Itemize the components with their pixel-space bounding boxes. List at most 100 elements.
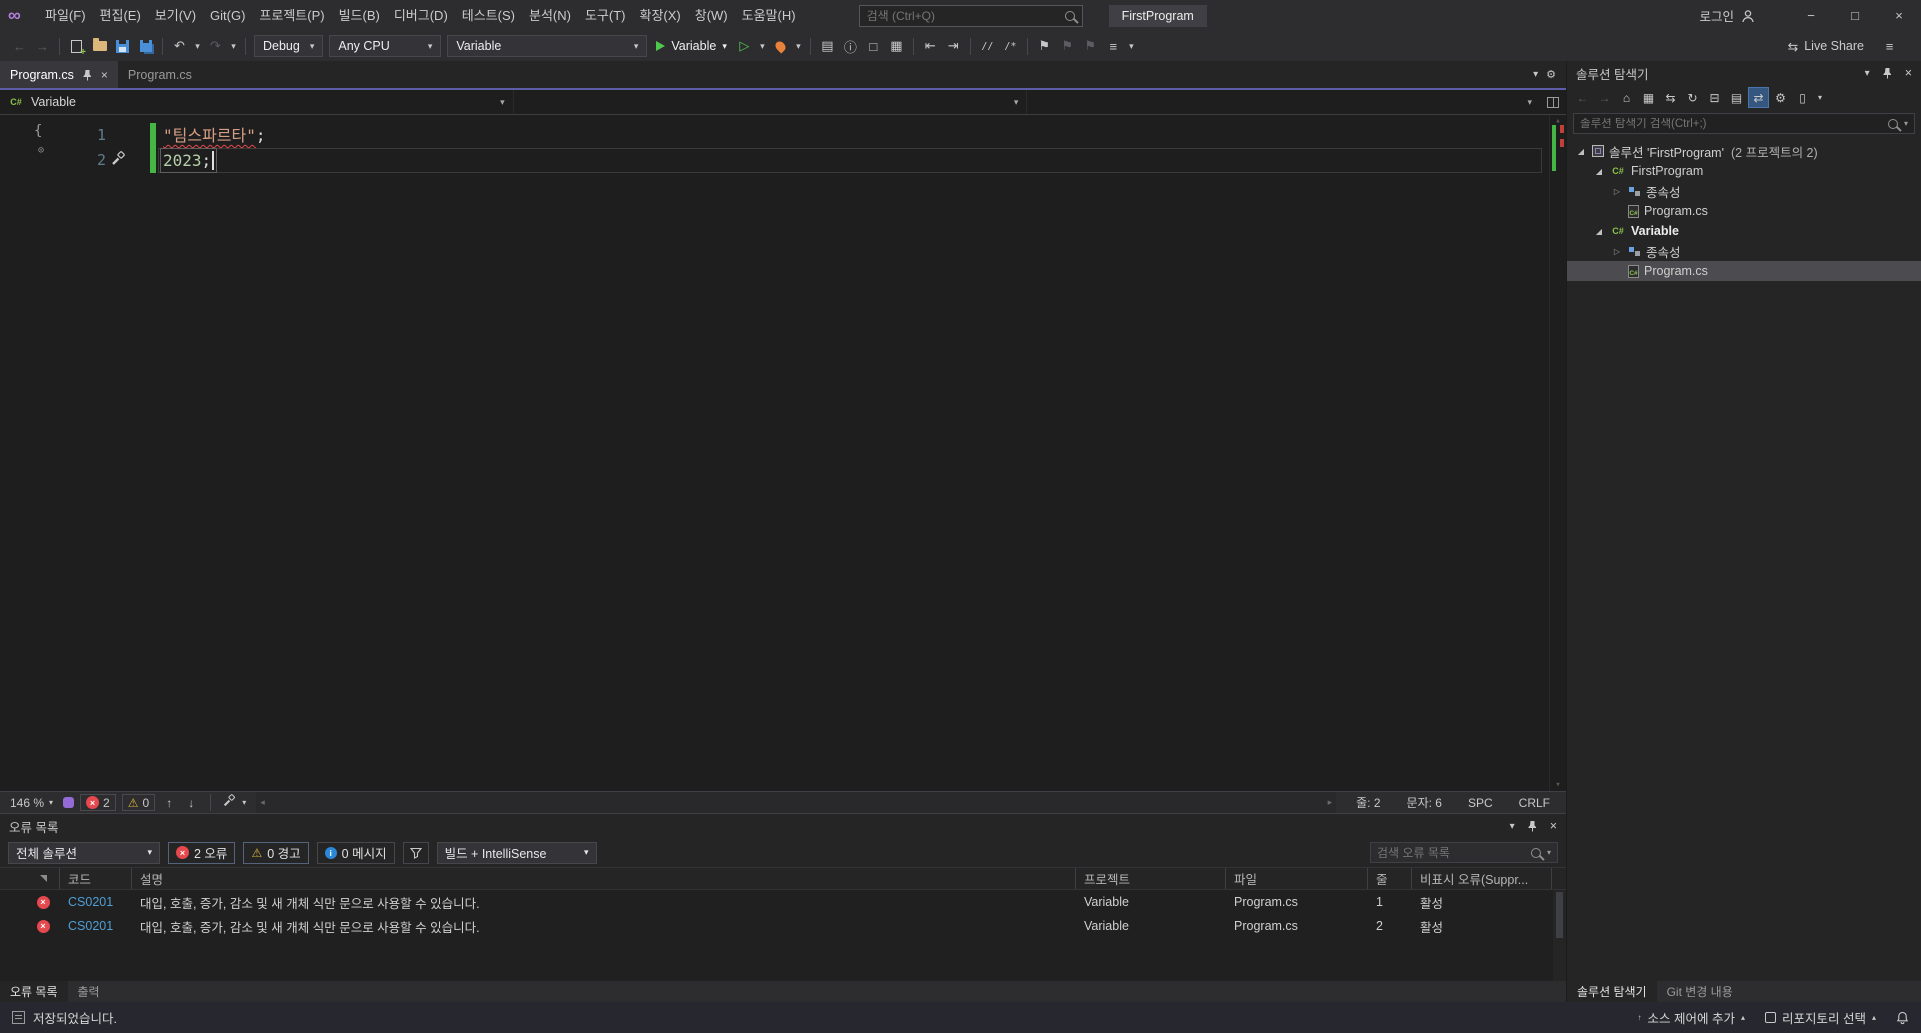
pin-icon[interactable] xyxy=(82,69,93,81)
start-options-dropdown-icon[interactable] xyxy=(756,34,769,58)
show-all-files-icon[interactable] xyxy=(1726,87,1747,108)
redo-dropdown-icon[interactable] xyxy=(227,34,240,58)
code-cleanup-screwdriver-icon[interactable] xyxy=(222,794,236,811)
close-panel-icon[interactable]: × xyxy=(1550,819,1557,833)
back-icon[interactable] xyxy=(1572,87,1593,108)
file-column-header[interactable]: 파일 xyxy=(1226,868,1368,889)
error-list-search-box[interactable] xyxy=(1370,842,1558,863)
suppression-column-header[interactable]: 비표시 오류(Suppr... xyxy=(1412,868,1552,889)
toggle-bookmark-icon[interactable] xyxy=(1033,34,1056,58)
solution-explorer-search-input[interactable] xyxy=(1580,118,1882,130)
add-to-source-control-button[interactable]: 소스 제어에 추가 xyxy=(1638,1008,1745,1027)
solution-explorer-search-box[interactable] xyxy=(1573,113,1915,134)
next-issue-icon[interactable] xyxy=(183,796,199,810)
menu-item-file[interactable]: 파일(F) xyxy=(38,0,93,31)
save-icon[interactable] xyxy=(111,34,134,58)
tree-item-file-program-cs[interactable]: Program.cs xyxy=(1567,201,1921,221)
tree-item-project-variable[interactable]: Variable xyxy=(1567,221,1921,241)
hot-reload-dropdown-icon[interactable] xyxy=(792,34,805,58)
previous-issue-icon[interactable] xyxy=(161,796,177,810)
maximize-button[interactable]: □ xyxy=(1833,0,1877,31)
previous-bookmark-icon[interactable] xyxy=(1056,34,1079,58)
save-all-icon[interactable] xyxy=(134,34,157,58)
code-line-2[interactable]: 2023; xyxy=(163,148,211,173)
scroll-down-icon[interactable] xyxy=(1550,780,1566,790)
platform-dropdown[interactable]: Any CPU xyxy=(329,35,441,57)
hot-reload-icon[interactable] xyxy=(769,34,792,58)
quick-actions-screwdriver-icon[interactable] xyxy=(110,151,126,171)
forward-icon[interactable] xyxy=(1594,87,1615,108)
project-column-header[interactable]: 프로젝트 xyxy=(1076,868,1226,889)
menu-item-project[interactable]: 프로젝트(P) xyxy=(252,0,331,31)
properties-icon[interactable] xyxy=(1770,87,1791,108)
collapse-all-icon[interactable] xyxy=(1704,87,1725,108)
undo-dropdown-icon[interactable] xyxy=(191,34,204,58)
scroll-left-icon[interactable]: ◂ xyxy=(260,797,265,808)
document-health-icon[interactable] xyxy=(63,797,74,808)
errors-toggle-button[interactable]: 2 오류 xyxy=(168,842,235,864)
error-list-scrollbar[interactable] xyxy=(1553,890,1566,981)
parameter-info-icon[interactable] xyxy=(839,34,862,58)
menu-item-git[interactable]: Git(G) xyxy=(203,0,252,31)
type-dropdown[interactable] xyxy=(514,90,1028,114)
toolbar-options-dropdown-icon[interactable] xyxy=(1125,34,1138,58)
tab-git-changes[interactable]: Git 변경 내용 xyxy=(1657,981,1743,1002)
horizontal-scrollbar[interactable]: ◂ ▸ xyxy=(256,792,1336,813)
filter-button[interactable] xyxy=(403,842,429,864)
menu-item-analyze[interactable]: 분석(N) xyxy=(522,0,578,31)
toolbar-overflow-chevron-icon[interactable] xyxy=(1814,87,1826,108)
eol-status[interactable]: CRLF xyxy=(1509,796,1560,810)
code-cleanup-dropdown-icon[interactable] xyxy=(242,798,246,807)
notifications-bell-icon[interactable] xyxy=(1896,1011,1909,1025)
severity-column-header[interactable] xyxy=(26,868,60,889)
startup-project-dropdown[interactable]: Variable xyxy=(447,35,647,57)
code-editor[interactable]: { 1 2 "팀스파르타"; 2023; xyxy=(0,115,1566,791)
preview-selected-items-icon[interactable] xyxy=(1792,87,1813,108)
menu-item-edit[interactable]: 편집(E) xyxy=(93,0,148,31)
tree-item-dependencies[interactable]: 종속성 xyxy=(1567,241,1921,261)
quick-info-icon[interactable] xyxy=(862,34,885,58)
warnings-toggle-button[interactable]: 0 경고 xyxy=(243,842,308,864)
start-without-debugging-icon[interactable] xyxy=(733,34,756,58)
configuration-dropdown[interactable]: Debug xyxy=(254,35,323,57)
editor-vertical-scrollbar[interactable] xyxy=(1549,115,1566,791)
feedback-icon[interactable] xyxy=(1878,34,1901,58)
expanded-chevron-icon[interactable] xyxy=(1593,227,1605,236)
tab-program-cs-active[interactable]: Program.cs × xyxy=(0,61,118,88)
select-repository-button[interactable]: 리포지토리 선택 xyxy=(1765,1008,1876,1027)
refresh-icon[interactable] xyxy=(1682,87,1703,108)
quick-search-box[interactable] xyxy=(859,5,1083,27)
menu-item-debug[interactable]: 디버그(D) xyxy=(387,0,455,31)
menu-item-help[interactable]: 도움말(H) xyxy=(735,0,803,31)
code-line-1[interactable]: "팀스파르타"; xyxy=(163,123,266,148)
tree-item-file-program-cs-selected[interactable]: Program.cs xyxy=(1567,261,1921,281)
start-debugging-button[interactable]: Variable xyxy=(650,34,732,58)
menu-item-tools[interactable]: 도구(T) xyxy=(578,0,633,31)
split-window-button[interactable] xyxy=(1540,90,1566,114)
close-button[interactable]: × xyxy=(1877,0,1921,31)
navigate-forward-icon[interactable] xyxy=(31,34,54,58)
expanded-chevron-icon[interactable] xyxy=(1593,167,1605,176)
sync-with-active-document-icon[interactable] xyxy=(1748,87,1769,108)
description-column-header[interactable]: 설명 xyxy=(132,868,1076,889)
tab-error-list[interactable]: 오류 목록 xyxy=(0,981,68,1002)
menu-item-extensions[interactable]: 확장(X) xyxy=(633,0,688,31)
char-status[interactable]: 문자: 6 xyxy=(1397,794,1452,811)
window-position-chevron-icon[interactable] xyxy=(1865,68,1870,79)
pin-icon[interactable] xyxy=(1882,67,1893,79)
expanded-chevron-icon[interactable] xyxy=(1575,147,1587,156)
minimize-button[interactable]: − xyxy=(1789,0,1833,31)
word-completion-icon[interactable] xyxy=(885,34,908,58)
tree-item-dependencies[interactable]: 종속성 xyxy=(1567,181,1921,201)
tab-program-cs-inactive[interactable]: Program.cs xyxy=(118,61,202,88)
decrease-indent-icon[interactable] xyxy=(919,34,942,58)
document-list-chevron-icon[interactable] xyxy=(1533,69,1538,80)
toolbar-options-icon[interactable] xyxy=(1102,34,1125,58)
tree-item-project-firstprogram[interactable]: FirstProgram xyxy=(1567,161,1921,181)
pin-icon[interactable] xyxy=(1527,820,1538,832)
sign-in-button[interactable]: 로그인 xyxy=(1699,6,1755,25)
collapsed-chevron-icon[interactable] xyxy=(1611,187,1623,196)
line-column-header[interactable]: 줄 xyxy=(1368,868,1412,889)
warning-count-indicator[interactable]: 0 xyxy=(122,794,155,811)
switch-views-icon[interactable] xyxy=(1638,87,1659,108)
